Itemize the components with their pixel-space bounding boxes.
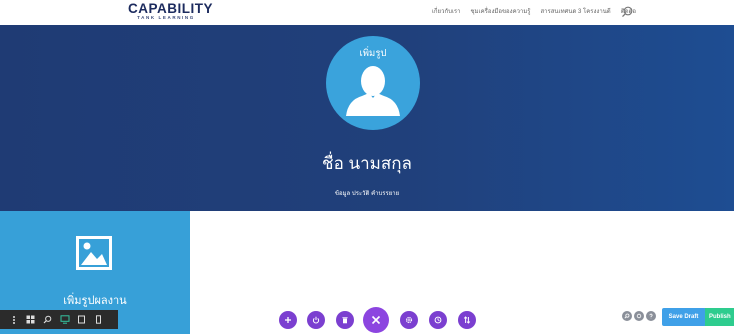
- power-icon: [312, 316, 320, 324]
- grid-icon: [26, 315, 35, 324]
- person-name: ชื่อ นามสกุล: [322, 154, 412, 173]
- nav-item-tools[interactable]: ชุมเครื่องมือของความรู้: [471, 6, 531, 16]
- logo[interactable]: CAPABILITY TANK LEARNING: [128, 1, 213, 21]
- desktop-view-button[interactable]: [56, 310, 73, 329]
- avatar-label: เพิ่มรูป: [359, 48, 387, 59]
- layers-button[interactable]: [634, 311, 644, 321]
- close-button[interactable]: [363, 307, 389, 333]
- help-icon: [649, 313, 653, 319]
- zoom-out-button[interactable]: [622, 311, 632, 321]
- phone-icon: [96, 315, 101, 324]
- search-small-icon: [624, 313, 630, 319]
- logo-sub-text: TANK LEARNING: [137, 15, 195, 20]
- nav-item-projects[interactable]: สารสนเทศนด 3 โครงงานดี: [541, 6, 611, 16]
- close-icon: [371, 315, 381, 325]
- save-draft-button[interactable]: Save Draft: [662, 308, 705, 326]
- delete-button[interactable]: [336, 311, 354, 329]
- person-description: ข้อมูล ประวัติ คำบรรยาย: [334, 191, 400, 197]
- main-nav: เกี่ยวกับเรา ชุมเครื่องมือของความรู้ สาร…: [432, 6, 636, 16]
- search-icon[interactable]: [620, 5, 634, 19]
- history-button[interactable]: [429, 311, 447, 329]
- image-icon: [76, 236, 112, 270]
- portability-button[interactable]: [307, 311, 325, 329]
- desktop-icon: [60, 315, 69, 324]
- gear-icon: [405, 316, 413, 324]
- tablet-icon: [78, 315, 85, 324]
- phone-view-button[interactable]: [90, 310, 107, 329]
- more-vertical-icon: [12, 315, 15, 324]
- avatar-upload[interactable]: เพิ่มรูป: [326, 36, 420, 130]
- drag-handle[interactable]: [5, 310, 22, 329]
- nav-item-about[interactable]: เกี่ยวกับเรา: [432, 6, 461, 16]
- top-navbar: CAPABILITY TANK LEARNING เกี่ยวกับเรา ชุ…: [0, 0, 734, 25]
- sort-icon: [463, 316, 471, 324]
- utility-buttons: [622, 311, 656, 321]
- sort-layers-button[interactable]: [458, 311, 476, 329]
- page: CAPABILITY TANK LEARNING เกี่ยวกับเรา ชุ…: [0, 0, 734, 334]
- zoom-icon: [43, 315, 52, 324]
- add-button[interactable]: [279, 311, 297, 329]
- zoom-button[interactable]: [39, 310, 56, 329]
- tablet-view-button[interactable]: [73, 310, 90, 329]
- page-settings-button[interactable]: [400, 311, 418, 329]
- publish-button[interactable]: Publish: [705, 308, 734, 326]
- logo-main-text: CAPABILITY: [128, 1, 213, 16]
- work-image-label: เพิ่มรูปผลงาน: [63, 295, 127, 307]
- plus-icon: [285, 317, 291, 323]
- view-mode-toolbar: [0, 310, 118, 329]
- layers-icon: [636, 313, 642, 319]
- help-button[interactable]: [646, 311, 656, 321]
- trash-icon: [342, 317, 348, 324]
- profile-hero: เพิ่มรูป ชื่อ นามสกุล ข้อมูล ประวัติ คำบ…: [0, 25, 734, 211]
- wireframe-view-button[interactable]: [22, 310, 39, 329]
- clock-icon: [434, 316, 442, 324]
